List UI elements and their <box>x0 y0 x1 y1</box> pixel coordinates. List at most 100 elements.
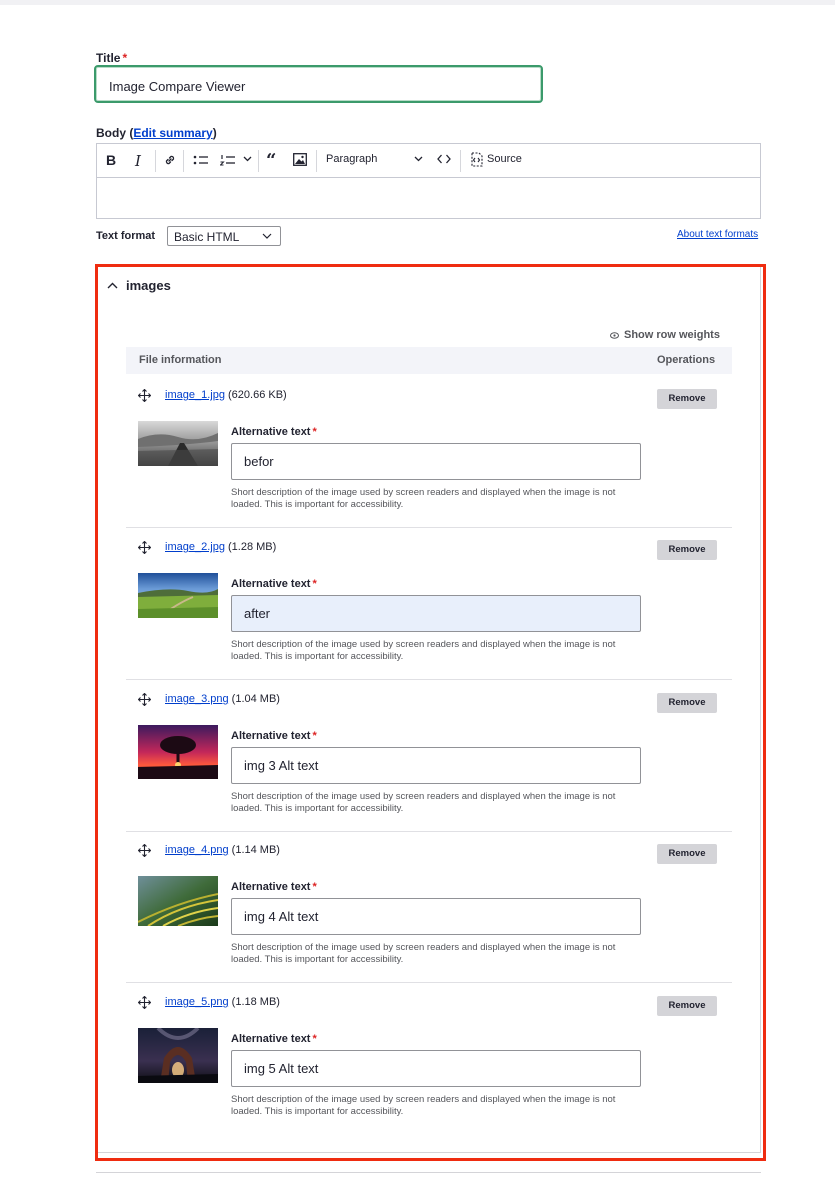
required-mark: * <box>312 426 317 438</box>
table-row: image_2.jpg (1.28 MB) Alternative text * … <box>126 527 732 680</box>
alt-text-label: Alternative text * <box>231 578 317 590</box>
remove-button[interactable]: Remove <box>657 693 717 713</box>
alt-text-input[interactable]: after <box>231 595 641 632</box>
toolbar-separator <box>155 150 156 172</box>
toolbar-separator <box>258 150 259 172</box>
alt-text-description: Short description of the image used by s… <box>231 1094 616 1117</box>
source-button-label[interactable]: Source <box>487 153 522 165</box>
body-editor[interactable]: B I “ Paragraph Source <box>96 143 761 219</box>
file-link[interactable]: image_1.jpg <box>165 389 225 401</box>
alt-text-label: Alternative text * <box>231 730 317 742</box>
edit-summary-link[interactable]: Edit summary <box>133 126 212 140</box>
file-info: image_2.jpg (1.28 MB) <box>165 541 276 553</box>
required-mark: * <box>312 578 317 590</box>
column-file-information: File information <box>139 354 222 366</box>
table-row: image_4.png (1.14 MB) Alternative text * … <box>126 830 732 983</box>
images-summary-label: images <box>126 278 171 293</box>
drag-handle-icon[interactable] <box>137 388 152 407</box>
alt-text-description: Short description of the image used by s… <box>231 942 616 965</box>
chevron-down-icon[interactable] <box>414 156 423 162</box>
required-mark: * <box>312 881 317 893</box>
blockquote-icon[interactable]: “ <box>266 150 276 171</box>
eye-icon <box>610 331 619 339</box>
file-link[interactable]: image_2.jpg <box>165 541 225 553</box>
alt-text-description: Short description of the image used by s… <box>231 639 616 662</box>
remove-button[interactable]: Remove <box>657 389 717 409</box>
table-row: image_1.jpg (620.66 KB) Alternative text… <box>126 375 732 528</box>
file-size: (620.66 KB) <box>228 389 287 401</box>
remove-button[interactable]: Remove <box>657 844 717 864</box>
show-row-weights-button[interactable]: Show row weights <box>610 329 720 341</box>
remove-button[interactable]: Remove <box>657 996 717 1016</box>
title-input-value: Image Compare Viewer <box>109 79 246 94</box>
drag-handle-icon[interactable] <box>137 843 152 862</box>
alt-text-input[interactable]: img 5 Alt text <box>231 1050 641 1087</box>
toolbar-separator <box>460 150 461 172</box>
images-table-header: File information Operations <box>126 347 732 374</box>
table-row: image_5.png (1.18 MB) Alternative text * … <box>126 982 732 1134</box>
required-mark: * <box>122 51 128 65</box>
drag-handle-icon[interactable] <box>137 995 152 1014</box>
italic-icon[interactable]: I <box>135 152 141 170</box>
alt-text-label: Alternative text * <box>231 1033 317 1045</box>
file-size: (1.14 MB) <box>231 844 280 856</box>
file-size: (1.04 MB) <box>231 693 280 705</box>
heading-select[interactable]: Paragraph <box>326 153 377 165</box>
remove-button[interactable]: Remove <box>657 540 717 560</box>
about-text-formats-link[interactable]: About text formats <box>677 229 758 240</box>
chevron-up-icon <box>107 282 118 289</box>
alt-text-input[interactable]: img 3 Alt text <box>231 747 641 784</box>
alt-text-description: Short description of the image used by s… <box>231 791 616 814</box>
required-mark: * <box>312 730 317 742</box>
alt-text-input[interactable]: befor <box>231 443 641 480</box>
alt-text-value: after <box>244 606 271 621</box>
image-thumbnail <box>138 725 218 779</box>
alt-text-value: img 3 Alt text <box>244 758 319 773</box>
numbered-list-icon[interactable] <box>220 153 236 167</box>
required-mark: * <box>312 1033 317 1045</box>
file-link[interactable]: image_5.png <box>165 996 229 1008</box>
file-info: image_3.png (1.04 MB) <box>165 693 280 705</box>
body-label: Body (Edit summary) <box>96 126 217 140</box>
file-size: (1.18 MB) <box>231 996 280 1008</box>
title-label: Title * <box>96 51 128 65</box>
alt-text-value: img 4 Alt text <box>244 909 319 924</box>
toolbar-separator <box>316 150 317 172</box>
divider <box>96 1172 761 1173</box>
file-link[interactable]: image_3.png <box>165 693 229 705</box>
image-thumbnail <box>138 573 218 618</box>
image-icon[interactable] <box>293 153 307 166</box>
file-info: image_5.png (1.18 MB) <box>165 996 280 1008</box>
title-input[interactable]: Image Compare Viewer <box>94 65 543 103</box>
image-thumbnail <box>138 876 218 926</box>
alt-text-description: Short description of the image used by s… <box>231 487 616 510</box>
link-icon[interactable] <box>163 153 177 167</box>
toolbar-separator <box>183 150 184 172</box>
file-info: image_4.png (1.14 MB) <box>165 844 280 856</box>
alt-text-value: befor <box>244 454 274 469</box>
top-bar <box>0 0 835 5</box>
editor-toolbar: B I “ Paragraph Source <box>97 144 760 178</box>
column-operations: Operations <box>657 354 716 366</box>
text-format-select[interactable]: Basic HTML <box>167 226 281 246</box>
file-size: (1.28 MB) <box>228 541 277 553</box>
alt-text-label: Alternative text * <box>231 881 317 893</box>
alt-text-label: Alternative text * <box>231 426 317 438</box>
text-format-selected: Basic HTML <box>174 230 240 244</box>
chevron-down-icon[interactable] <box>243 156 252 162</box>
code-icon[interactable] <box>437 153 451 165</box>
alt-text-input[interactable]: img 4 Alt text <box>231 898 641 935</box>
image-thumbnail <box>138 1028 218 1083</box>
alt-text-value: img 5 Alt text <box>244 1061 319 1076</box>
table-row: image_3.png (1.04 MB) Alternative text * … <box>126 679 732 832</box>
text-format-label: Text format <box>96 230 156 242</box>
file-link[interactable]: image_4.png <box>165 844 229 856</box>
chevron-down-icon <box>262 233 272 239</box>
file-info: image_1.jpg (620.66 KB) <box>165 389 287 401</box>
bulleted-list-icon[interactable] <box>193 153 209 167</box>
image-thumbnail <box>138 421 218 466</box>
drag-handle-icon[interactable] <box>137 692 152 711</box>
bold-icon[interactable]: B <box>106 152 116 168</box>
source-icon[interactable] <box>469 152 484 167</box>
drag-handle-icon[interactable] <box>137 540 152 559</box>
